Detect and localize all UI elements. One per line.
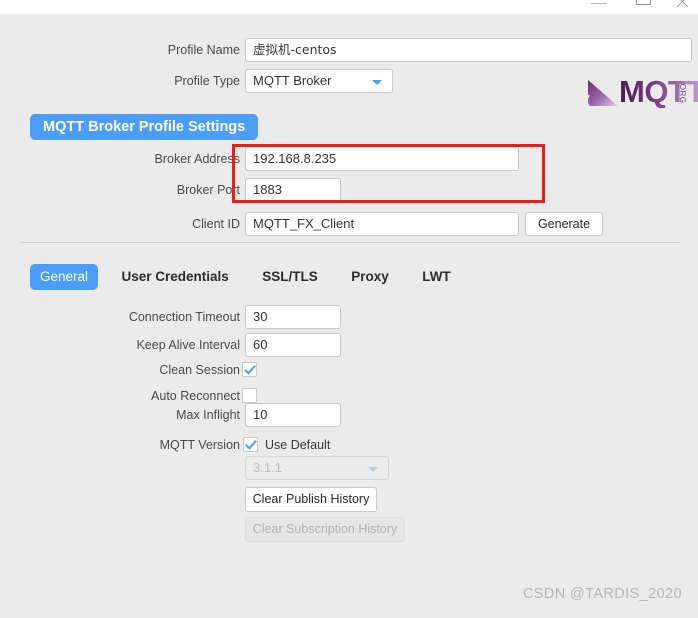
minimize-icon — [591, 3, 607, 4]
app-root: Profile Name 虚拟机-centos Profile Type MQT… — [0, 0, 698, 618]
keep-alive-row: Keep Alive Interval — [120, 333, 240, 357]
connection-timeout-input[interactable]: 30 — [245, 305, 341, 329]
maximize-icon — [636, 0, 651, 5]
tab-user-credentials[interactable]: User Credentials — [111, 264, 238, 290]
auto-reconnect-checkbox[interactable] — [242, 388, 257, 403]
chevron-down-icon — [372, 80, 382, 85]
generate-button[interactable]: Generate — [525, 212, 603, 236]
clean-session-label: Clean Session — [159, 363, 240, 377]
client-id-label: Client ID — [192, 217, 240, 231]
connection-timeout-row: Connection Timeout — [120, 305, 240, 329]
max-inflight-row: Max Inflight — [120, 403, 240, 427]
window-titlebar — [0, 0, 698, 14]
chevron-down-icon — [368, 467, 378, 472]
close-icon — [675, 0, 689, 9]
profile-type-row: Profile Type — [140, 69, 240, 93]
mqtt-org-logo: MQTT .ORG — [588, 75, 698, 110]
profile-type-value: MQTT Broker — [253, 73, 332, 88]
profile-editor-panel: Profile Name 虚拟机-centos Profile Type MQT… — [0, 14, 698, 618]
tab-general[interactable]: General — [30, 264, 99, 290]
watermark-text: CSDN @TARDIS_2020 — [522, 586, 682, 602]
client-id-input[interactable]: MQTT_FX_Client — [245, 212, 519, 236]
clear-publish-history-button[interactable]: Clear Publish History — [245, 487, 377, 512]
broker-settings-header: MQTT Broker Profile Settings — [30, 114, 259, 140]
profile-type-dropdown[interactable]: MQTT Broker — [245, 69, 393, 93]
use-default-label: Use Default — [265, 438, 331, 452]
mqtt-version-value: 3.1.1 — [253, 460, 282, 475]
broker-port-input[interactable]: 1883 — [245, 178, 341, 202]
mqtt-version-dropdown[interactable]: 3.1.1 — [245, 456, 389, 480]
use-default-checkbox[interactable] — [243, 437, 258, 452]
settings-tabs: General User Credentials SSL/TLS Proxy L… — [30, 264, 470, 290]
clean-session-row: Clean Session — [120, 358, 240, 382]
broker-address-input[interactable]: 192.168.8.235 — [245, 147, 519, 171]
profile-type-label: Profile Type — [174, 74, 240, 88]
broker-address-label: Broker Address — [154, 152, 240, 166]
mqtt-org-suffix: .ORG — [678, 81, 687, 104]
mqtt-version-label: MQTT Version — [159, 438, 240, 452]
max-inflight-label: Max Inflight — [176, 408, 240, 422]
profile-name-row: Profile Name — [140, 38, 240, 62]
broker-address-row: Broker Address — [140, 147, 240, 171]
client-id-row: Client ID — [140, 212, 240, 236]
keep-alive-input[interactable]: 60 — [245, 333, 341, 357]
mqtt-swoosh-icon — [588, 80, 618, 106]
minimize-button[interactable] — [588, 0, 614, 8]
close-button[interactable] — [672, 0, 698, 8]
max-inflight-input[interactable]: 10 — [245, 403, 341, 427]
tab-lwt[interactable]: LWT — [412, 264, 461, 290]
section-divider — [20, 242, 680, 243]
keep-alive-label: Keep Alive Interval — [136, 338, 240, 352]
broker-port-label: Broker Port — [176, 183, 240, 197]
mqtt-version-row: MQTT Version — [120, 433, 240, 457]
tab-ssl-tls[interactable]: SSL/TLS — [252, 264, 328, 290]
clear-subscription-history-button: Clear Subscription History — [245, 517, 405, 542]
maximize-button[interactable] — [632, 0, 658, 8]
profile-name-label: Profile Name — [167, 43, 240, 57]
tab-proxy[interactable]: Proxy — [341, 264, 399, 290]
clean-session-checkbox[interactable] — [242, 362, 257, 377]
profile-name-input[interactable]: 虚拟机-centos — [245, 38, 692, 62]
connection-timeout-label: Connection Timeout — [128, 310, 240, 324]
broker-port-row: Broker Port — [140, 178, 240, 202]
